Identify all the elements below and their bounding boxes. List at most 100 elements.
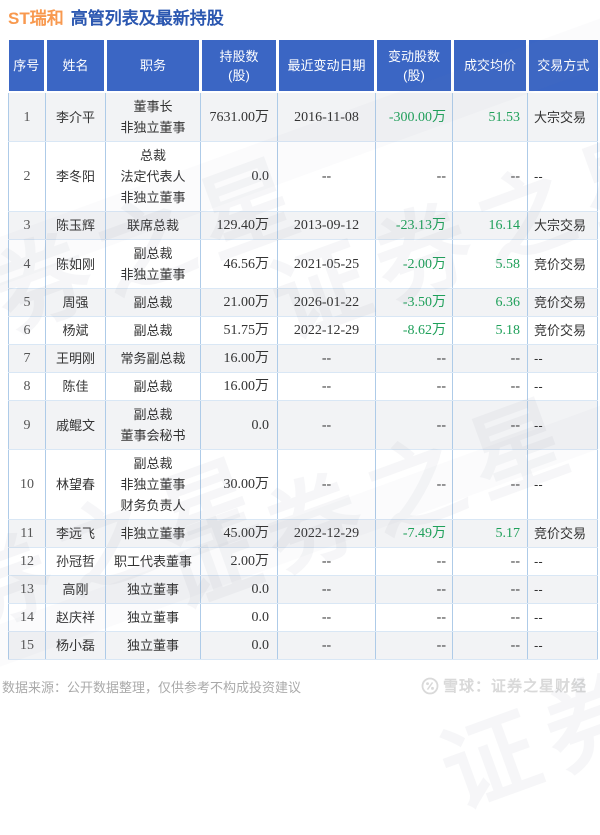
- cell-no: 2: [8, 141, 46, 212]
- cell-name: 陈玉辉: [45, 211, 106, 240]
- cell-no: 12: [8, 547, 46, 576]
- xueqiu-logo-icon: [421, 677, 439, 695]
- cell-date: 2026-01-22: [277, 288, 376, 317]
- cell-name: 王明刚: [45, 344, 106, 373]
- cell-method: --: [527, 141, 598, 212]
- cell-price: 16.14: [452, 211, 528, 240]
- cell-price: --: [452, 141, 528, 212]
- cell-change: -300.00万: [375, 91, 453, 142]
- cell-no: 9: [8, 400, 46, 450]
- col-header-name: 姓名: [45, 40, 107, 93]
- cell-method: 竞价交易: [527, 288, 598, 317]
- cell-change: --: [375, 344, 453, 373]
- stock-name: ST瑞和: [8, 9, 64, 28]
- col-header-position: 职务: [105, 40, 202, 93]
- cell-shares: 45.00万: [200, 519, 278, 548]
- cell-date: 2022-12-29: [277, 519, 376, 548]
- cell-date: 2016-11-08: [277, 91, 376, 142]
- cell-change: --: [375, 449, 453, 520]
- cell-shares: 16.00万: [200, 344, 278, 373]
- table-row: 15 杨小磊 独立董事 0.0 -- -- -- --: [8, 631, 598, 660]
- cell-price: --: [452, 400, 528, 450]
- cell-name: 李冬阳: [45, 141, 106, 212]
- cell-name: 高刚: [45, 575, 106, 604]
- cell-position: 副总裁: [105, 372, 201, 401]
- cell-name: 林望春: [45, 449, 106, 520]
- executive-holdings-table: 序号 姓名 职务 持股数 (股) 最近变动日期 变动股数 (股) 成交均价 交易…: [8, 40, 598, 660]
- data-source-note: 数据来源：公开数据整理，仅供参考不构成投资建议: [2, 680, 302, 695]
- cell-shares: 0.0: [200, 400, 278, 450]
- col-header-shares: 持股数 (股): [200, 40, 279, 93]
- cell-no: 15: [8, 631, 46, 660]
- cell-change: --: [375, 631, 453, 660]
- cell-change: --: [375, 372, 453, 401]
- cell-shares: 16.00万: [200, 372, 278, 401]
- cell-method: --: [527, 400, 598, 450]
- cell-method: --: [527, 547, 598, 576]
- cell-name: 杨小磊: [45, 631, 106, 660]
- cell-method: --: [527, 372, 598, 401]
- cell-change: -23.13万: [375, 211, 453, 240]
- cell-shares: 0.0: [200, 141, 278, 212]
- table-row: 8 陈佳 副总裁 16.00万 -- -- -- --: [8, 372, 598, 401]
- cell-shares: 51.75万: [200, 316, 278, 345]
- cell-position: 独立董事: [105, 631, 201, 660]
- cell-no: 5: [8, 288, 46, 317]
- table-row: 10 林望春 副总裁 非独立董事 财务负责人 30.00万 -- -- -- -…: [8, 449, 598, 520]
- cell-shares: 46.56万: [200, 239, 278, 289]
- cell-change: -8.62万: [375, 316, 453, 345]
- brand-watermark: 雪球：证券之星财经: [421, 675, 587, 696]
- cell-change: --: [375, 547, 453, 576]
- cell-shares: 0.0: [200, 631, 278, 660]
- cell-date: --: [277, 400, 376, 450]
- cell-change: --: [375, 141, 453, 212]
- cell-no: 6: [8, 316, 46, 345]
- cell-change: -2.00万: [375, 239, 453, 289]
- table-row: 5 周强 副总裁 21.00万 2026-01-22 -3.50万 6.36 竞…: [8, 288, 598, 317]
- table-row: 14 赵庆祥 独立董事 0.0 -- -- -- --: [8, 603, 598, 632]
- cell-shares: 2.00万: [200, 547, 278, 576]
- table-row: 13 高刚 独立董事 0.0 -- -- -- --: [8, 575, 598, 604]
- cell-no: 13: [8, 575, 46, 604]
- cell-date: --: [277, 631, 376, 660]
- cell-date: --: [277, 449, 376, 520]
- cell-change: -7.49万: [375, 519, 453, 548]
- cell-date: 2013-09-12: [277, 211, 376, 240]
- cell-position: 独立董事: [105, 603, 201, 632]
- cell-shares: 30.00万: [200, 449, 278, 520]
- cell-price: --: [452, 449, 528, 520]
- cell-position: 联席总裁: [105, 211, 201, 240]
- cell-position: 常务副总裁: [105, 344, 201, 373]
- table-row: 11 李远飞 非独立董事 45.00万 2022-12-29 -7.49万 5.…: [8, 519, 598, 548]
- cell-shares: 21.00万: [200, 288, 278, 317]
- cell-name: 孙冠哲: [45, 547, 106, 576]
- cell-position: 独立董事: [105, 575, 201, 604]
- cell-method: 竞价交易: [527, 519, 598, 548]
- cell-price: --: [452, 575, 528, 604]
- cell-price: --: [452, 372, 528, 401]
- table-row: 9 戚鲲文 副总裁 董事会秘书 0.0 -- -- -- --: [8, 400, 598, 450]
- cell-shares: 7631.00万: [200, 91, 278, 142]
- col-header-price: 成交均价: [452, 40, 529, 93]
- cell-position: 副总裁 非独立董事: [105, 239, 201, 289]
- cell-position: 副总裁: [105, 288, 201, 317]
- cell-position: 副总裁: [105, 316, 201, 345]
- cell-price: 5.17: [452, 519, 528, 548]
- cell-price: --: [452, 547, 528, 576]
- col-header-no: 序号: [8, 40, 47, 93]
- cell-price: 5.58: [452, 239, 528, 289]
- cell-method: --: [527, 344, 598, 373]
- page-title-text: 高管列表及最新持股: [70, 9, 224, 28]
- table-row: 2 李冬阳 总裁 法定代表人 非独立董事 0.0 -- -- -- --: [8, 141, 598, 212]
- cell-name: 赵庆祥: [45, 603, 106, 632]
- cell-date: 2021-05-25: [277, 239, 376, 289]
- cell-no: 1: [8, 91, 46, 142]
- brand-watermark-label: 雪球：证券之星财经: [442, 678, 587, 695]
- cell-method: 竞价交易: [527, 316, 598, 345]
- cell-position: 董事长 非独立董事: [105, 91, 201, 142]
- cell-date: --: [277, 141, 376, 212]
- cell-no: 4: [8, 239, 46, 289]
- cell-price: 6.36: [452, 288, 528, 317]
- cell-shares: 129.40万: [200, 211, 278, 240]
- cell-price: 51.53: [452, 91, 528, 142]
